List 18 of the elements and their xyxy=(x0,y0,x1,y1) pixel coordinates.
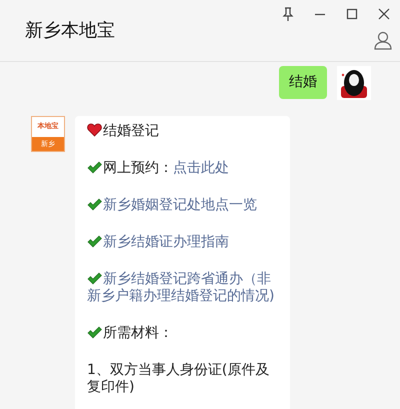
message-link[interactable]: 新乡结婚登记跨省通办（非新乡户籍办理结婚登记的情况) xyxy=(87,271,280,305)
heart-icon xyxy=(87,123,102,137)
window-title: 新乡本地宝 xyxy=(25,19,115,43)
check-icon xyxy=(87,326,102,339)
message-text: 1、双方当事人身份证(原件及复印件) xyxy=(87,362,270,396)
check-icon xyxy=(87,198,102,211)
message-text: 网上预约： xyxy=(103,160,173,176)
message-link[interactable]: 新乡婚姻登记处地点一览 xyxy=(87,197,280,214)
message-text: 结婚登记 xyxy=(87,123,280,140)
message-link[interactable]: 点击此处 xyxy=(173,160,229,176)
check-icon xyxy=(87,235,102,248)
message-link[interactable]: 新乡结婚证办理指南 xyxy=(87,234,280,251)
check-icon xyxy=(87,161,102,174)
check-icon xyxy=(87,272,102,285)
person-icon[interactable] xyxy=(373,30,393,50)
message-bubble: 结婚 xyxy=(279,66,327,99)
message-text: 所需材料： xyxy=(87,325,280,342)
avatar[interactable] xyxy=(337,66,371,100)
